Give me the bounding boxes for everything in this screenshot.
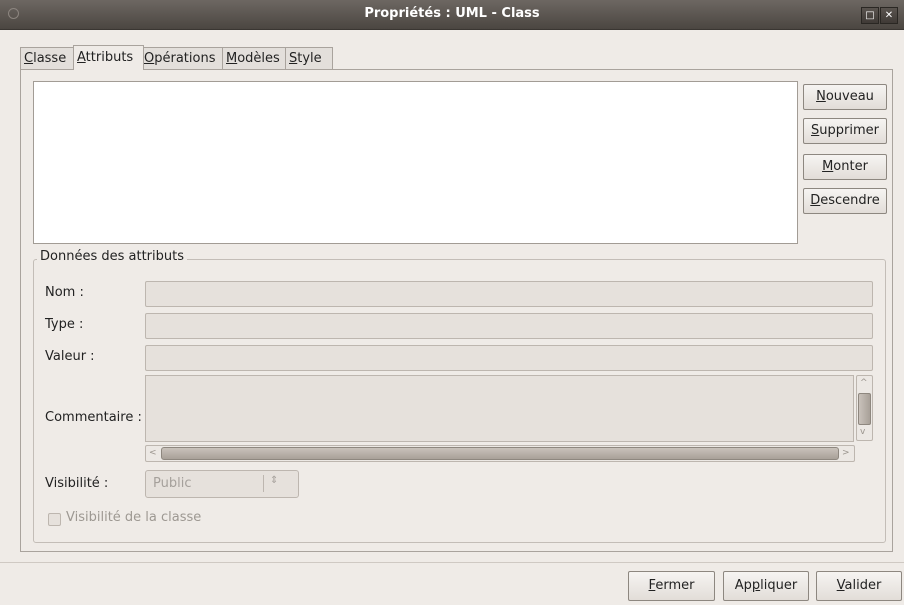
scroll-right-icon[interactable]: > [842, 447, 850, 459]
window-title: Propriétés : UML - Class [364, 6, 540, 21]
valider-button[interactable]: Valider [816, 571, 902, 601]
visibility-select[interactable]: Public ⇕ [145, 470, 299, 498]
visibility-value: Public [153, 476, 192, 491]
class-visibility-label[interactable]: Visibilité de la classe [66, 510, 201, 525]
appliquer-button[interactable]: Appliquer [723, 571, 809, 601]
combo-updown-icon: ⇕ [270, 475, 279, 486]
descendre-button[interactable]: Descendre [803, 188, 887, 214]
horizontal-scroll-thumb[interactable] [161, 447, 839, 460]
footer-separator [0, 562, 904, 563]
monter-button[interactable]: Monter [803, 154, 887, 180]
supprimer-button[interactable]: Supprimer [803, 118, 887, 144]
maximize-icon[interactable]: □ [861, 7, 879, 24]
comment-textarea[interactable] [145, 375, 854, 442]
close-icon[interactable]: ✕ [880, 7, 898, 24]
fermer-button[interactable]: Fermer [628, 571, 715, 601]
title-bar[interactable]: Propriétés : UML - Class □ ✕ [0, 0, 904, 30]
tab-classe[interactable]: Classe [20, 47, 74, 69]
tab-attributs[interactable]: Attributs [73, 45, 144, 70]
scroll-down-icon[interactable]: v [860, 426, 865, 438]
combo-separator [263, 475, 264, 492]
type-field[interactable] [145, 313, 873, 339]
attribute-data-legend: Données des attributs [37, 249, 187, 264]
comment-vertical-scrollbar[interactable]: ^ v [856, 375, 873, 441]
vertical-scroll-thumb[interactable] [858, 393, 871, 425]
comment-horizontal-scrollbar[interactable]: < > [145, 445, 855, 462]
comment-label: Commentaire : [45, 410, 142, 425]
nouveau-button[interactable]: Nouveau [803, 84, 887, 110]
attributes-list[interactable] [33, 81, 798, 244]
type-label: Type : [45, 317, 84, 332]
properties-dialog: Propriétés : UML - Class □ ✕ Classe Attr… [0, 0, 904, 605]
name-field[interactable] [145, 281, 873, 307]
class-visibility-checkbox[interactable] [48, 513, 61, 526]
scroll-up-icon[interactable]: ^ [860, 377, 868, 389]
name-label: Nom : [45, 285, 84, 300]
tab-style[interactable]: Style [285, 47, 333, 69]
tab-modeles[interactable]: Modèles [222, 47, 288, 69]
value-field[interactable] [145, 345, 873, 371]
scroll-left-icon[interactable]: < [149, 447, 157, 459]
tab-operations[interactable]: Opérations [140, 47, 225, 69]
value-label: Valeur : [45, 349, 95, 364]
visibility-label: Visibilité : [45, 476, 109, 491]
